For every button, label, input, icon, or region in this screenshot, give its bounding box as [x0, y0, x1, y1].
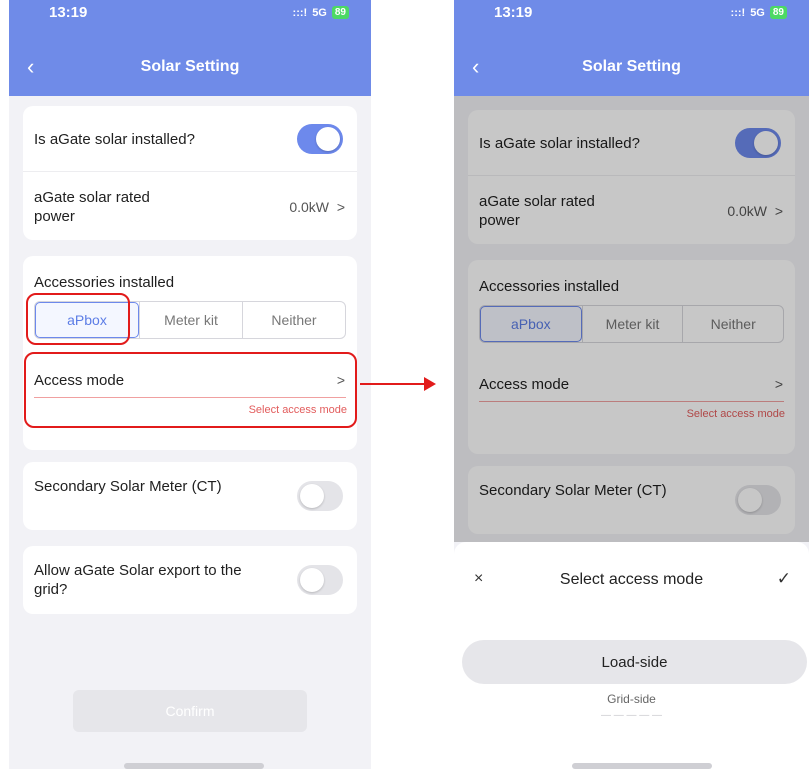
- picker-option-faded: — — — — —: [600, 710, 663, 716]
- toggle-knob: [300, 484, 324, 508]
- solar-installed-toggle[interactable]: [297, 124, 343, 154]
- access-mode-error-line: [34, 397, 346, 398]
- segment-neither[interactable]: Neither: [242, 302, 345, 338]
- rated-power-text: 0.0kW: [289, 199, 330, 215]
- confirm-button[interactable]: Confirm: [73, 690, 307, 732]
- signal-icon: :::!: [292, 6, 308, 19]
- chevron-right-icon: >: [336, 199, 345, 215]
- status-bar-right: :::! 5G 89: [731, 6, 787, 19]
- network-label: 5G: [750, 6, 765, 19]
- check-icon[interactable]: ✓: [777, 569, 791, 589]
- toggle-knob: [300, 568, 324, 592]
- solar-installed-label: Is aGate solar installed?: [34, 131, 195, 148]
- arrow-right-icon: [424, 377, 436, 391]
- access-mode-row[interactable]: Access mode >: [23, 360, 357, 400]
- accessories-label: Accessories installed: [34, 274, 175, 291]
- rated-power-label: aGate solar rated power: [34, 189, 150, 225]
- secondary-meter-card: Secondary Solar Meter (CT): [23, 462, 357, 530]
- chevron-right-icon: >: [336, 372, 345, 388]
- signal-icon: :::!: [730, 6, 746, 19]
- solar-installed-card: Is aGate solar installed? aGate solar ra…: [23, 106, 357, 240]
- segment-meter-kit[interactable]: Meter kit: [139, 302, 242, 338]
- modal-backdrop[interactable]: [454, 96, 809, 542]
- row-solar-installed: Is aGate solar installed?: [23, 106, 357, 172]
- header: 13:19 :::! 5G 89 ‹ Solar Setting: [9, 0, 371, 96]
- accessories-segmented-control: aPbox Meter kit Neither: [34, 301, 346, 339]
- phone-screen-after: 13:19 :::! 5G 89 ‹ Solar Setting Is aGat…: [454, 0, 809, 769]
- battery-icon: 89: [331, 6, 349, 19]
- access-mode-picker-sheet: × Select access mode ✓ Load-side Grid-si…: [454, 542, 809, 769]
- canvas: 13:19 :::! 5G 89 ‹ Solar Setting Is aGat…: [0, 0, 809, 769]
- sheet-title: Select access mode: [559, 571, 704, 588]
- status-time: 13:19: [494, 4, 533, 21]
- header: 13:19 :::! 5G 89 ‹ Solar Setting: [454, 0, 809, 96]
- picker-option-selected[interactable]: Load-side: [462, 640, 807, 684]
- home-indicator: [124, 763, 264, 769]
- status-time: 13:19: [49, 4, 88, 21]
- phone-screen-before: 13:19 :::! 5G 89 ‹ Solar Setting Is aGat…: [9, 0, 371, 769]
- access-mode-hint: Select access mode: [248, 404, 347, 416]
- accessories-card: Accessories installed aPbox Meter kit Ne…: [23, 256, 357, 450]
- secondary-meter-label: Secondary Solar Meter (CT): [34, 478, 222, 495]
- arrow-line: [360, 383, 428, 385]
- rated-power-value: 0.0kW >: [289, 199, 345, 215]
- status-bar-right: :::! 5G 89: [293, 6, 349, 19]
- battery-icon: 89: [769, 6, 787, 19]
- page-title: Solar Setting: [582, 58, 681, 75]
- segment-apbox[interactable]: aPbox: [35, 302, 139, 338]
- secondary-meter-toggle[interactable]: [297, 481, 343, 511]
- page-title: Solar Setting: [140, 58, 240, 75]
- row-rated-power[interactable]: aGate solar rated power 0.0kW >: [23, 172, 357, 240]
- picker-option-next[interactable]: Grid-side: [454, 692, 809, 706]
- access-mode-label: Access mode: [34, 372, 125, 389]
- export-card: Allow aGate Solar export to the grid?: [23, 546, 357, 614]
- network-label: 5G: [312, 6, 327, 19]
- home-indicator: [572, 763, 712, 769]
- export-label: Allow aGate Solar export to the grid?: [34, 562, 242, 598]
- export-toggle[interactable]: [297, 565, 343, 595]
- toggle-knob: [316, 127, 340, 151]
